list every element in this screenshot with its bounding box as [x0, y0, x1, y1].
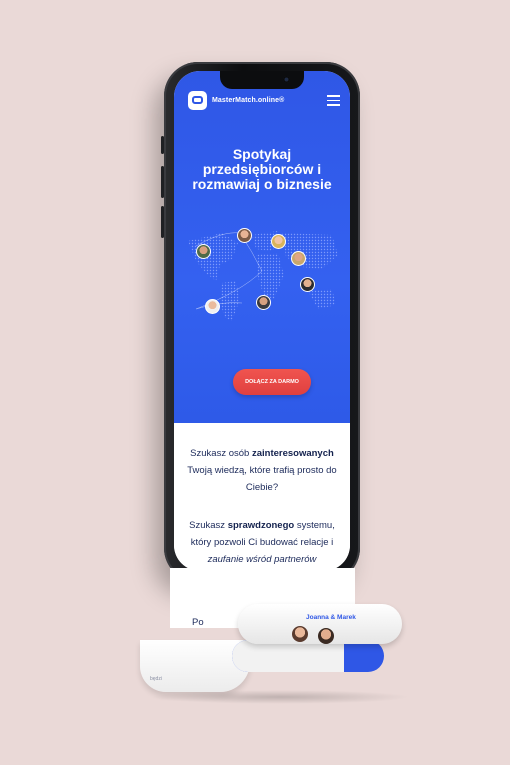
logo-icon[interactable] — [188, 91, 207, 110]
phone-screen: MasterMatch.online® Spotykaj przedsiębio… — [174, 71, 350, 571]
avatar — [291, 251, 306, 266]
text-span: Twoją wiedzą, które trafią prosto do Cie… — [187, 465, 337, 493]
floor-shadow — [150, 690, 410, 704]
paper-small-text: będzi — [150, 676, 162, 682]
brand-name[interactable]: MasterMatch.online® — [212, 97, 284, 104]
phone-notch — [220, 71, 304, 89]
camera-icon — [283, 76, 290, 83]
world-map-graphic — [188, 231, 338, 321]
avatar — [237, 228, 252, 243]
text-span: Szukasz osób — [190, 448, 252, 459]
phone-volume-up — [161, 166, 164, 198]
highlight-text: zainteresowanych — [251, 448, 334, 459]
avatar — [196, 244, 211, 259]
avatar — [300, 277, 315, 292]
avatar — [271, 234, 286, 249]
roll-names-label: Joanna & Marek — [306, 614, 356, 621]
phone-silent-switch — [161, 136, 164, 154]
hamburger-menu-icon[interactable] — [327, 95, 340, 106]
avatar — [205, 299, 220, 314]
avatar — [256, 295, 271, 310]
join-free-button[interactable]: DOŁĄCZ ZA DARMO — [233, 369, 311, 395]
intro-paragraph-1: Szukasz osób zainteresowanych Twoją wied… — [182, 445, 342, 496]
text-span: Szukasz — [189, 520, 228, 531]
phone-mockup: MasterMatch.online® Spotykaj przedsiębio… — [161, 62, 360, 582]
avatar — [292, 626, 308, 642]
text-span: Po — [192, 617, 204, 628]
paper-roll-back-inner — [232, 640, 344, 672]
content-section: Szukasz osób zainteresowanych Twoją wied… — [174, 423, 350, 571]
top-bar: MasterMatch.online® — [174, 89, 350, 123]
intro-paragraph-2: Szukasz sprawdzonego systemu, który pozw… — [182, 517, 342, 571]
hero-section: MasterMatch.online® Spotykaj przedsiębio… — [174, 71, 350, 423]
phone-volume-down — [161, 206, 164, 238]
avatar — [318, 628, 334, 644]
hero-headline: Spotykaj przedsiębiorców i rozmawiaj o b… — [192, 146, 332, 192]
highlight-text: sprawdzonego — [227, 520, 295, 531]
